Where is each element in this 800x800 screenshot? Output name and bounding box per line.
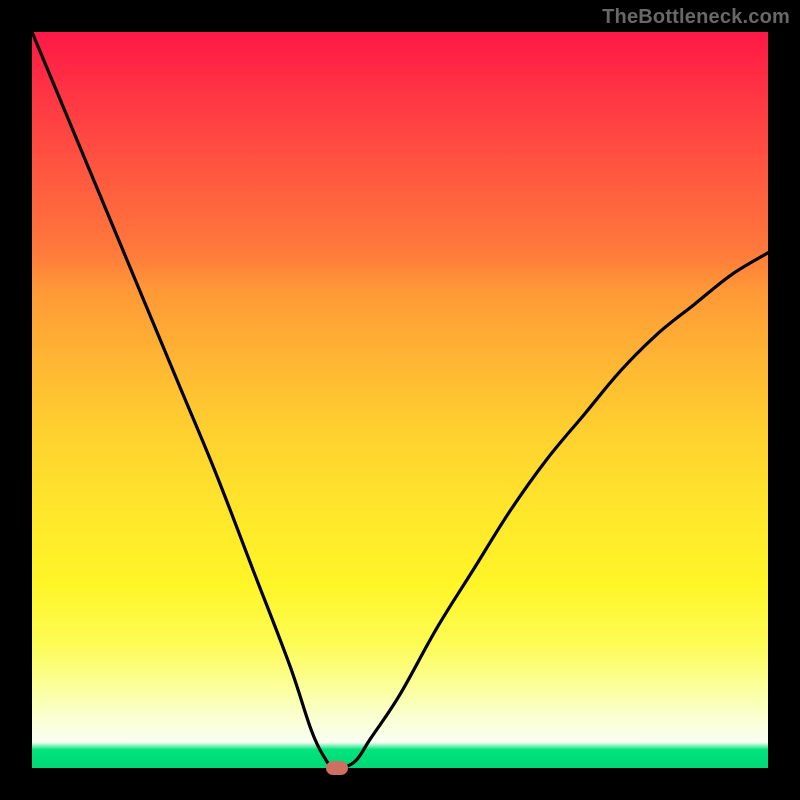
chart-frame: TheBottleneck.com: [0, 0, 800, 800]
plot-area: [32, 32, 768, 768]
optimum-marker: [326, 761, 348, 775]
watermark-text: TheBottleneck.com: [602, 6, 790, 29]
bottleneck-curve: [32, 32, 768, 768]
